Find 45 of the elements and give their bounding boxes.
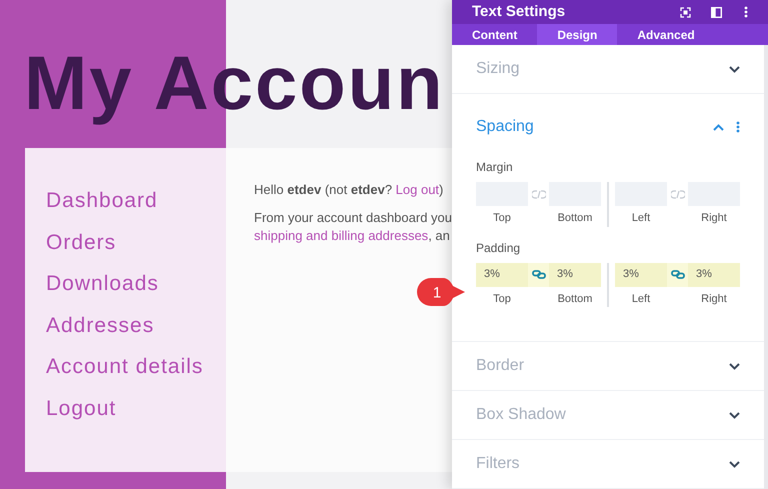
spacing-field[interactable]: 3%: [476, 262, 528, 286]
spacing-field[interactable]: 3%: [615, 262, 667, 286]
nav-link[interactable]: Downloads: [46, 269, 222, 298]
section-title[interactable]: Sizing: [476, 57, 729, 81]
chevron-down-icon[interactable]: [729, 66, 740, 72]
callout-badge: 1: [417, 278, 465, 306]
field-caption: Right: [701, 292, 727, 306]
link-icon[interactable]: [670, 270, 684, 279]
section-title[interactable]: Filters: [476, 452, 729, 476]
section-title[interactable]: Border: [476, 354, 729, 378]
field-group-label: Padding: [476, 240, 522, 256]
field-caption: Left: [632, 211, 650, 226]
panel-title: Text Settings: [472, 2, 566, 22]
addresses-link[interactable]: shipping and billing addresses: [254, 228, 428, 243]
field-caption: Bottom: [558, 211, 592, 226]
nav-link[interactable]: Dashboard: [46, 186, 222, 216]
panel-tab[interactable]: Design: [537, 24, 618, 45]
chevron-down-icon[interactable]: [729, 412, 740, 418]
panel-tab[interactable]: Content: [452, 24, 538, 45]
field-caption: Top: [493, 292, 511, 306]
field-caption: Bottom: [558, 292, 592, 306]
more-icon[interactable]: [744, 6, 748, 18]
nav-link[interactable]: Account details: [46, 352, 222, 382]
field-caption: Top: [493, 211, 511, 226]
panel-tab[interactable]: Advanced: [617, 24, 715, 45]
fullscreen-icon[interactable]: [680, 6, 691, 18]
nav-link[interactable]: Addresses: [46, 310, 222, 340]
layout-icon[interactable]: [711, 6, 722, 18]
spacing-field[interactable]: 3%: [549, 262, 601, 286]
field-caption: Left: [632, 292, 650, 306]
field-caption: Right: [701, 211, 727, 226]
sign-off-link[interactable]: Log out: [396, 182, 440, 197]
link-icon[interactable]: [532, 270, 546, 279]
chevron-down-icon[interactable]: [729, 362, 740, 370]
nav-link[interactable]: Orders: [46, 228, 222, 257]
chevron-down-icon[interactable]: [729, 460, 740, 468]
section-title[interactable]: Box Shadow: [476, 403, 729, 427]
section-title[interactable]: Spacing: [476, 115, 713, 139]
field-group-label: Margin: [476, 159, 514, 176]
greeting-text: Hello etdev (not etdev? Log out): [254, 181, 444, 199]
nav-link[interactable]: Logout: [46, 394, 222, 423]
spacing-field[interactable]: 3%: [688, 262, 740, 286]
intro-text: From your account dashboard you shipping and billing addresses, an: [254, 209, 452, 245]
more-icon[interactable]: [736, 121, 740, 133]
chevron-up-icon[interactable]: [713, 124, 724, 130]
